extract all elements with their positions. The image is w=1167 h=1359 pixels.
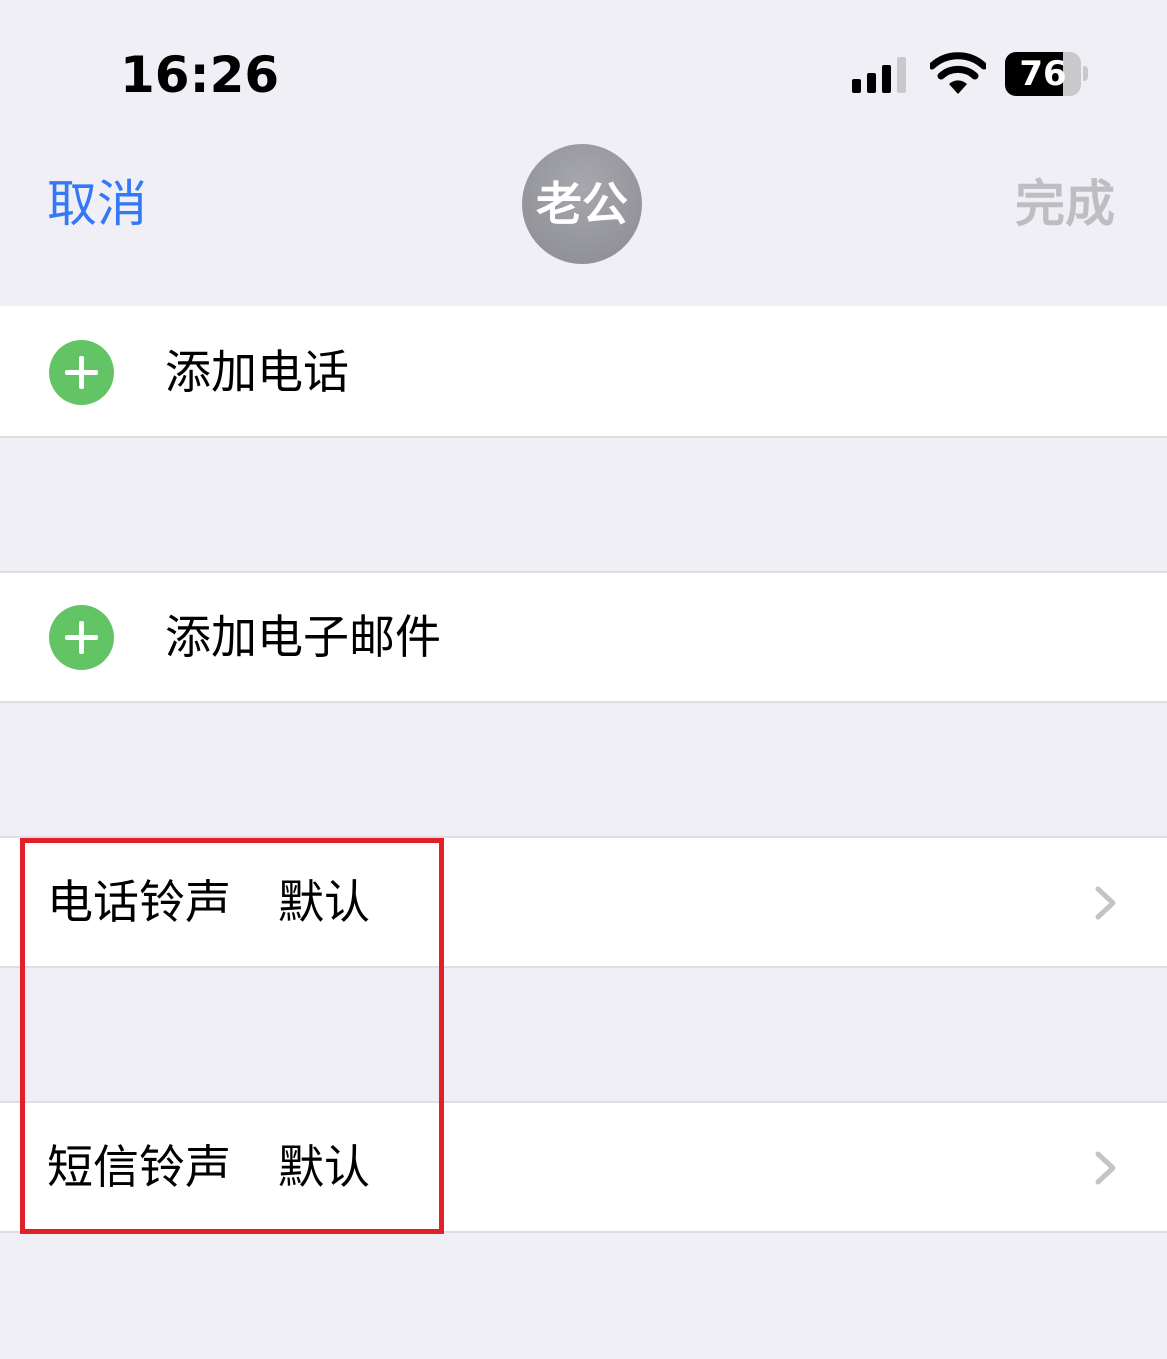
add-circle-icon xyxy=(49,605,114,670)
avatar[interactable]: 老公 xyxy=(522,144,642,264)
highlight-box xyxy=(20,838,444,1234)
battery-icon: 76 xyxy=(1005,52,1091,96)
add-phone-row[interactable]: 添加电话 xyxy=(0,306,1167,438)
chevron-right-icon xyxy=(1095,886,1116,920)
cancel-button[interactable]: 取消 xyxy=(47,172,147,236)
add-circle-icon xyxy=(49,340,114,405)
status-time: 16:26 xyxy=(120,46,280,104)
done-button[interactable]: 完成 xyxy=(1015,172,1115,236)
wifi-icon xyxy=(928,52,988,96)
divider xyxy=(0,436,1167,438)
chevron-right-icon xyxy=(1095,1151,1116,1185)
divider xyxy=(0,701,1167,703)
add-phone-label: 添加电话 xyxy=(165,345,349,399)
add-email-label: 添加电子邮件 xyxy=(165,610,441,664)
signal-icon xyxy=(852,57,912,93)
add-email-row[interactable]: 添加电子邮件 xyxy=(0,571,1167,703)
battery-percent: 76 xyxy=(1019,54,1067,94)
